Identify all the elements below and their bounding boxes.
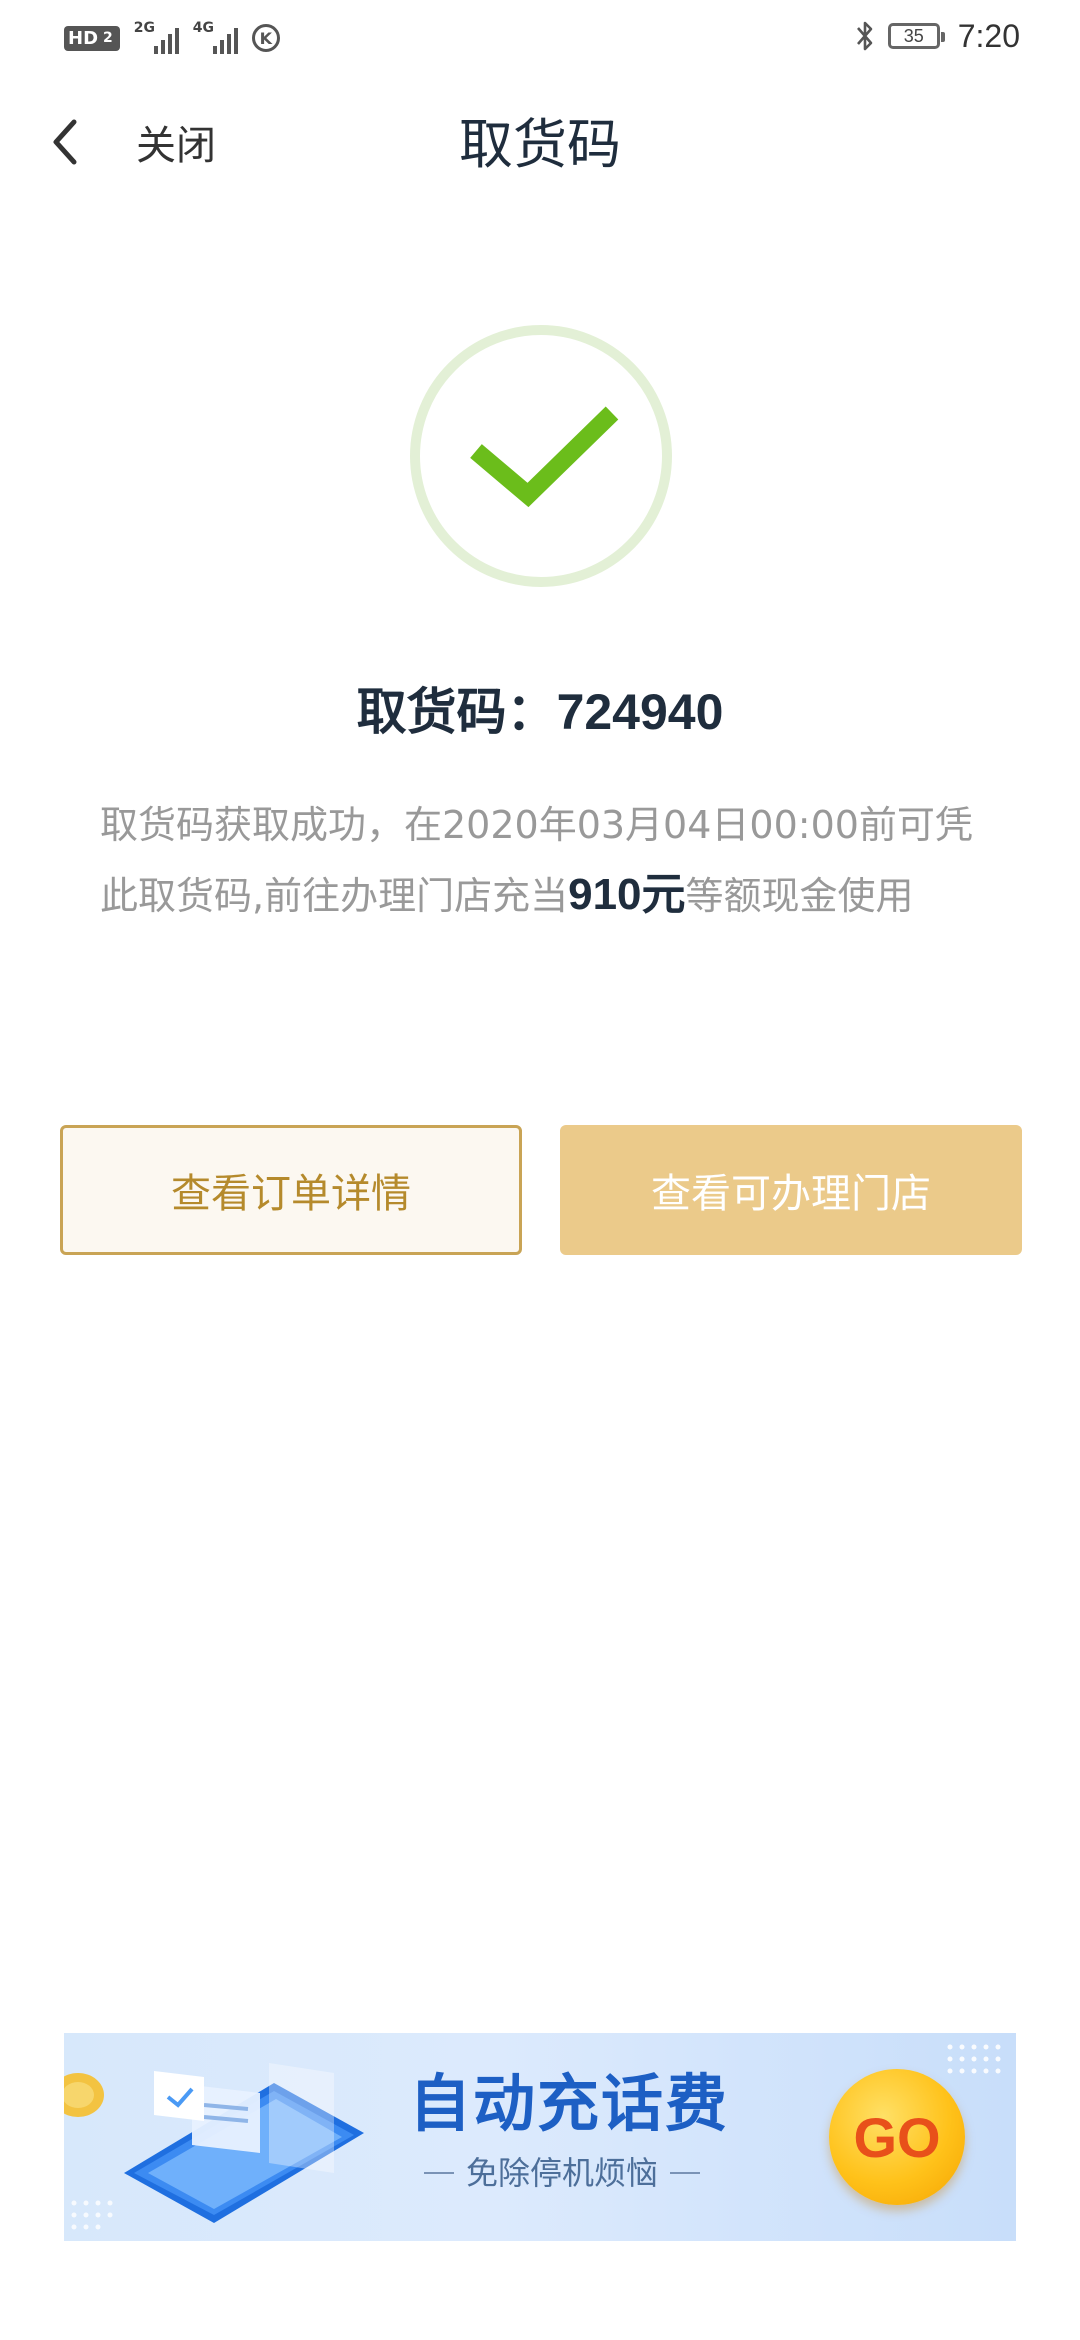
hd-label: HD [68,27,99,49]
bluetooth-icon [856,21,873,51]
go-button[interactable]: GO [829,2069,965,2205]
k-app-icon: K [251,24,280,52]
pickup-code: 取货码：724940 [0,672,1080,752]
status-bar-left: HD 2 2G 4G K [64,18,280,58]
battery-level: 35 [903,25,924,46]
header: 关闭 取货码 [0,80,1080,210]
page-title: 取货码 [459,113,621,176]
description-amount: 910元 [568,870,686,919]
banner-subtitle-text: 免除停机烦恼 [466,2154,659,2192]
pickup-code-value: 724940 [556,684,724,740]
view-order-details-button[interactable]: 查看订单详情 [60,1125,522,1255]
signal-icon: 4G [192,20,238,54]
network-4g-label: 4G [192,20,214,36]
description-text: 取货码获取成功，在2020年03月04日00:00前可凭此取货码,前往办理门店充… [100,790,980,931]
description-part2: 等额现金使用 [685,874,914,918]
battery-icon: 35 [887,23,945,49]
view-stores-button[interactable]: 查看可办理门店 [560,1125,1022,1255]
hd-sub-label: 2 [100,30,116,46]
banner-title: 自动充话费 [409,2067,730,2140]
phone-illustration-icon [64,2063,364,2230]
clock: 7:20 [957,17,1020,54]
decor-dots-icon [947,2044,1001,2074]
banner-subtitle: 免除停机烦恼 [424,2151,701,2195]
pickup-code-label: 取货码： [356,683,557,741]
status-bar-right: 35 7:20 [854,14,1020,58]
status-bar: HD 2 2G 4G K 35 7:20 [0,0,1080,80]
hd-icon: HD 2 [64,25,120,51]
success-check-icon [410,325,672,587]
auto-recharge-banner[interactable]: 自动充话费 免除停机烦恼 GO [64,2033,1016,2241]
network-2g-label: 2G [133,20,155,36]
signal-icon: 2G [133,20,179,54]
